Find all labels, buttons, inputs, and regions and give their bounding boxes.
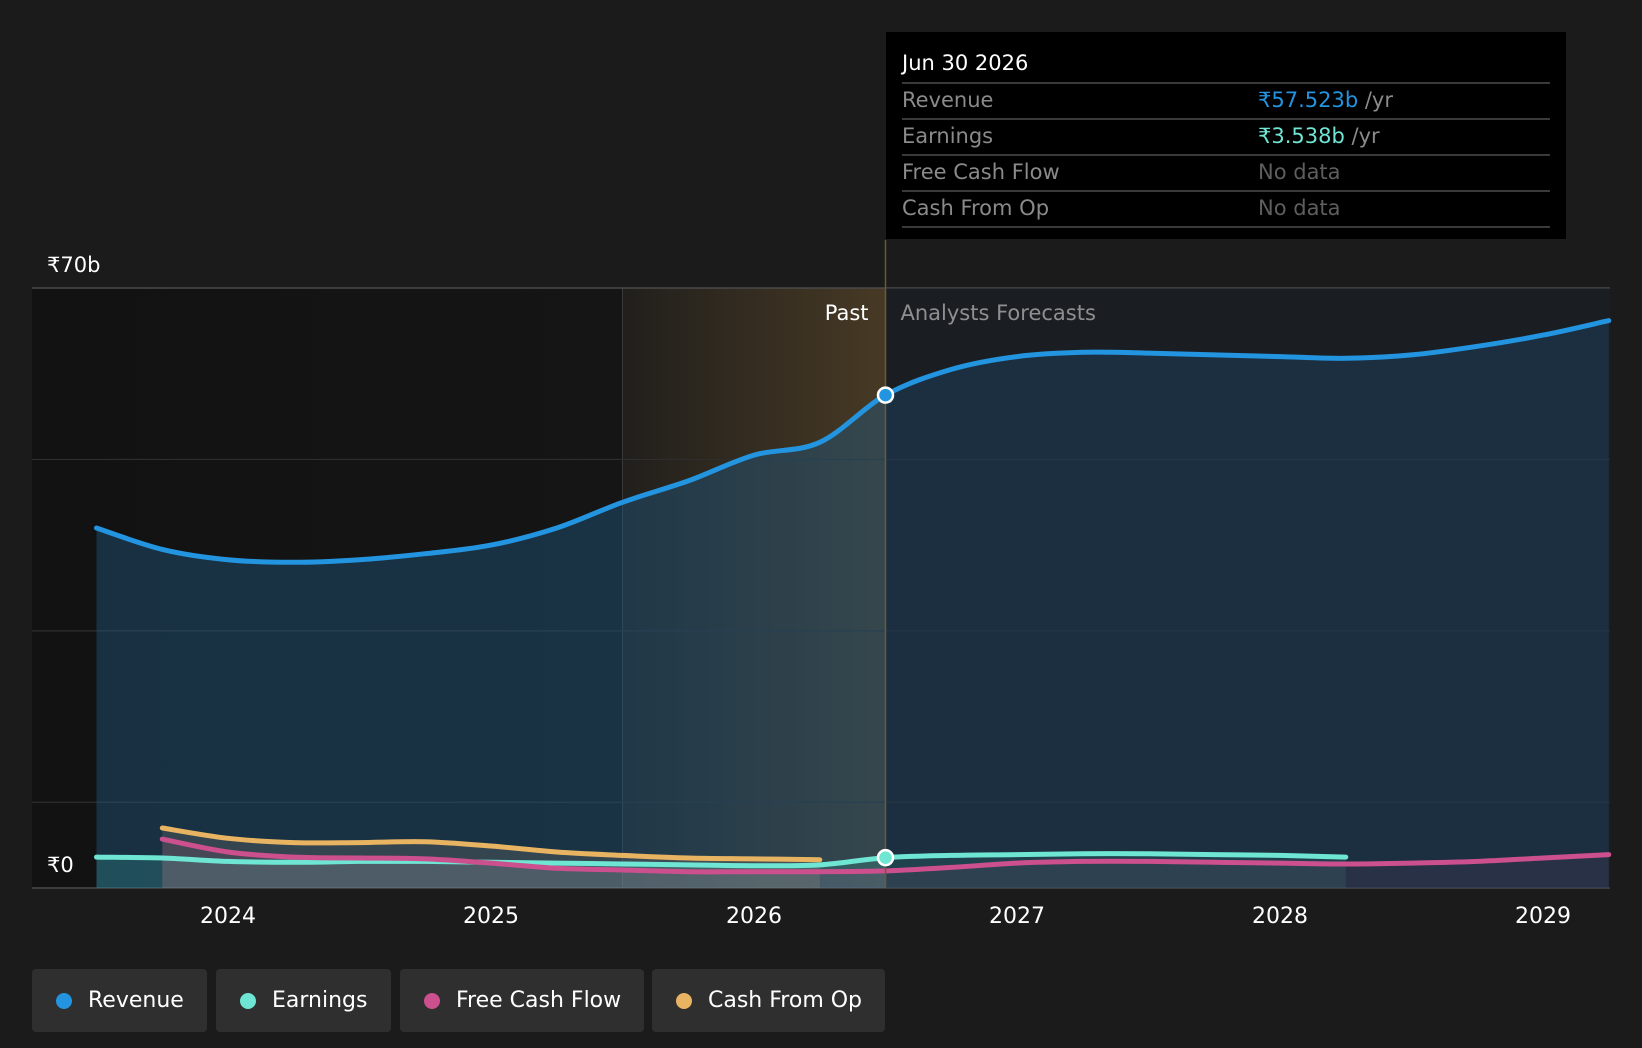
tooltip-label: Earnings <box>902 124 994 148</box>
hover-point-earnings <box>876 848 895 867</box>
tooltip-label: Free Cash Flow <box>902 160 1060 184</box>
earnings-dot-icon <box>240 993 256 1009</box>
tooltip-date: Jun 30 2026 <box>902 51 1029 75</box>
revenue-dot-icon <box>56 993 72 1009</box>
legend-item-earnings[interactable]: Earnings <box>216 969 391 1032</box>
tooltip-value: No data <box>1258 196 1341 220</box>
legend-item-revenue[interactable]: Revenue <box>32 969 207 1032</box>
tooltip-row-cash-from-op: Cash From Op No data <box>902 190 1550 228</box>
tooltip-row-revenue: Revenue ₹57.523b /yr <box>902 82 1550 118</box>
tooltip-row-earnings: Earnings ₹3.538b /yr <box>902 118 1550 154</box>
past-label: Past <box>825 301 869 325</box>
tooltip-unit: /yr <box>1344 124 1380 148</box>
free-cash-flow-dot-icon <box>424 993 440 1009</box>
forecast-region <box>885 288 1610 888</box>
legend-label: Earnings <box>272 988 368 1013</box>
y-axis-top-label: ₹70b <box>47 253 100 277</box>
x-tick-label: 2025 <box>463 904 519 929</box>
y-axis-bottom-label: ₹0 <box>47 853 74 877</box>
hover-tooltip: Jun 30 2026 Revenue ₹57.523b /yr Earning… <box>886 32 1566 239</box>
tooltip-row-free-cash-flow: Free Cash Flow No data <box>902 154 1550 190</box>
tooltip-label: Revenue <box>902 88 994 112</box>
cash-from-op-dot-icon <box>676 993 692 1009</box>
x-tick-label: 2024 <box>200 904 256 929</box>
legend-label: Cash From Op <box>708 988 863 1013</box>
legend-item-cash-from-op[interactable]: Cash From Op <box>652 969 885 1032</box>
x-tick-label: 2027 <box>989 904 1045 929</box>
x-tick-label: 2026 <box>726 904 782 929</box>
legend-label: Free Cash Flow <box>456 988 622 1013</box>
tooltip-value: ₹57.523b <box>1258 88 1359 112</box>
legend-item-free-cash-flow[interactable]: Free Cash Flow <box>400 969 644 1032</box>
legend-label: Revenue <box>88 988 184 1013</box>
x-tick-label: 2028 <box>1252 904 1308 929</box>
x-tick-label: 2029 <box>1515 904 1571 929</box>
tooltip-label: Cash From Op <box>902 196 1050 220</box>
tooltip-value: No data <box>1258 160 1341 184</box>
hover-point-revenue <box>876 386 895 404</box>
forecast-label: Analysts Forecasts <box>901 301 1096 325</box>
tooltip-unit: /yr <box>1358 88 1393 112</box>
tooltip-value: ₹3.538b <box>1258 124 1345 148</box>
